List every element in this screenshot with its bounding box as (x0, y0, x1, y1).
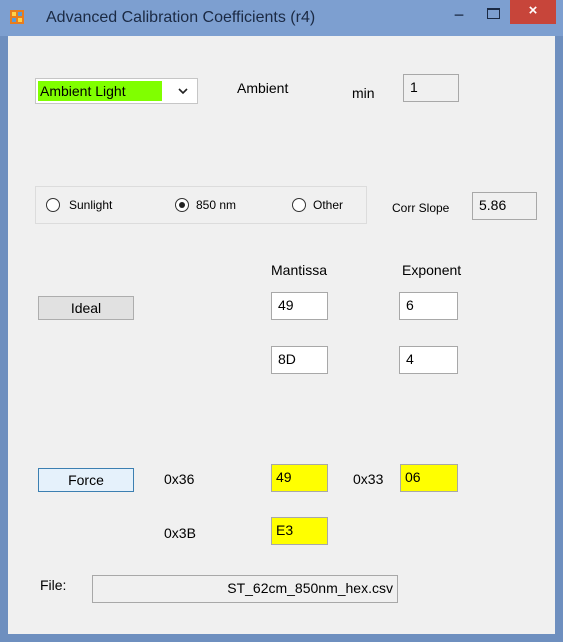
register-0x33-field[interactable]: 06 (400, 464, 458, 492)
maximize-icon (486, 8, 500, 19)
register-0x3b-field[interactable]: E3 (271, 517, 328, 545)
radio-other-label: Other (313, 198, 344, 212)
exponent-field-1[interactable]: 6 (399, 292, 458, 320)
force-button[interactable]: Force (38, 468, 134, 492)
register-0x36-label: 0x36 (164, 471, 195, 487)
close-button[interactable]: × (510, 0, 556, 24)
register-0x36-field[interactable]: 49 (271, 464, 328, 492)
minimize-button[interactable]: − (443, 6, 475, 32)
window: Advanced Calibration Coefficients (r4) −… (0, 0, 563, 642)
radio-sunlight[interactable] (46, 198, 60, 212)
window-title: Advanced Calibration Coefficients (r4) (46, 9, 316, 26)
source-dropdown-value: Ambient Light (38, 81, 162, 101)
file-path-field[interactable]: ST_62cm_850nm_hex.csv (92, 575, 398, 603)
mantissa-header: Mantissa (271, 262, 328, 278)
ideal-button[interactable]: Ideal (38, 296, 134, 320)
min-field[interactable]: 1 (403, 74, 459, 102)
ambient-label: Ambient (237, 80, 289, 96)
mantissa-field-2[interactable]: 8D (271, 346, 328, 374)
radio-850nm[interactable] (175, 198, 189, 212)
light-type-group: Sunlight 850 nm Other (35, 186, 367, 224)
corr-slope-label: Corr Slope (392, 201, 450, 215)
file-label: File: (40, 577, 67, 593)
register-0x3b-label: 0x3B (164, 525, 196, 541)
radio-sunlight-label: Sunlight (69, 198, 113, 212)
title-bar[interactable]: Advanced Calibration Coefficients (r4) −… (0, 0, 563, 36)
radio-selected-dot (179, 202, 185, 208)
min-label: min (352, 85, 375, 101)
chevron-down-icon (178, 88, 188, 95)
source-dropdown[interactable]: Ambient Light (35, 78, 198, 104)
exponent-header: Exponent (402, 262, 462, 278)
exponent-field-2[interactable]: 4 (399, 346, 458, 374)
register-0x33-label: 0x33 (353, 471, 384, 487)
mantissa-field-1[interactable]: 49 (271, 292, 328, 320)
radio-850nm-label: 850 nm (196, 198, 237, 212)
form-client-area: Ambient Light Ambient min 1 Sunlight 850… (8, 36, 555, 634)
radio-other[interactable] (292, 198, 306, 212)
app-icon (10, 10, 24, 24)
maximize-button[interactable] (477, 4, 509, 30)
corr-slope-field[interactable]: 5.86 (472, 192, 537, 220)
